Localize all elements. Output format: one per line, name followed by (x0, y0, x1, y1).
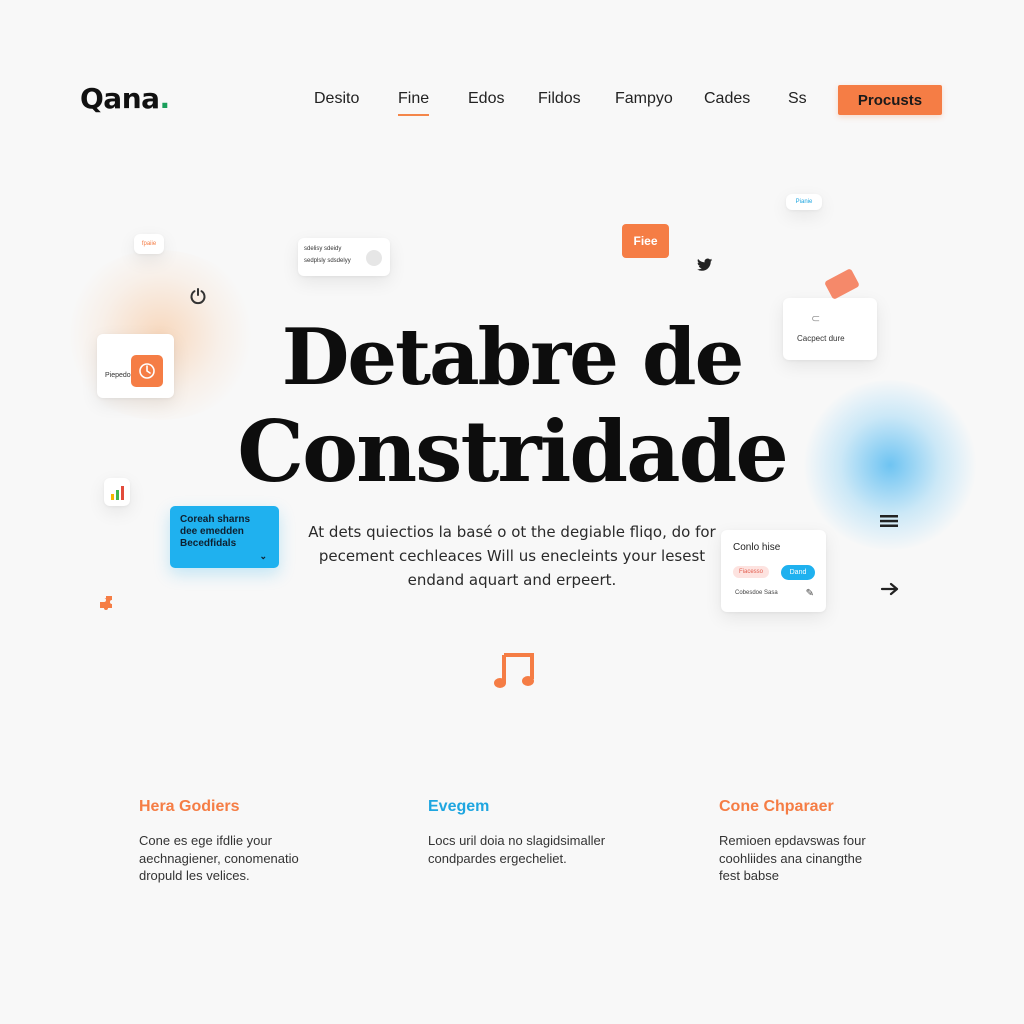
nav-item-fine[interactable]: Fine (398, 90, 430, 116)
music-note-icon (492, 644, 538, 692)
form-card-tag-blue[interactable]: Dand (781, 565, 815, 580)
form-card-footer: Cobesdoe Sasa (735, 590, 778, 596)
dropdown-icon: ⌄ (259, 551, 267, 561)
pencil-icon[interactable]: ✎ (806, 588, 814, 599)
orange-pill[interactable]: Fiee (622, 224, 669, 258)
nav-item-ss[interactable]: Ss (788, 90, 807, 108)
form-card[interactable]: Conlo hise Fiacesso Dand Cobesdoe Sasa ✎ (721, 530, 826, 612)
arrow-right-icon[interactable] (878, 578, 902, 600)
nav-item-cades[interactable]: Cades (704, 90, 750, 108)
small-tag-right-text: Pianie (795, 199, 813, 205)
feature-body-2: Locs uril doia no slagidsimaller condpar… (428, 833, 606, 866)
hero-title-line1: Detabre de (281, 312, 744, 403)
feature-body-3: Remioen epdavswas four coohliides ana ci… (719, 833, 866, 883)
form-card-tag-red[interactable]: Fiacesso (733, 566, 769, 578)
nav-item-fampyo[interactable]: Fampyo (615, 90, 673, 108)
hero-subtitle: At dets quiectios la basé o ot the degia… (308, 523, 716, 589)
nav-item-desito[interactable]: Desito (314, 90, 359, 108)
form-card-title: Conlo hise (733, 542, 781, 553)
brand-dot: . (159, 82, 171, 115)
brand-name: Qana (80, 82, 160, 115)
small-tag-right[interactable]: Pianie (786, 194, 822, 210)
puzzle-icon[interactable] (96, 592, 120, 616)
nav-item-edos[interactable]: Edos (468, 90, 504, 108)
feature-title-2: Evegem (428, 798, 490, 815)
feature-title-1: Hera Godiers (139, 798, 240, 815)
menu-icon[interactable] (878, 512, 900, 530)
power-icon[interactable] (187, 285, 209, 307)
brand-logo[interactable]: Qana. (80, 82, 170, 115)
twitter-icon[interactable] (696, 256, 714, 274)
list-card-avatar (366, 250, 382, 266)
small-tag-left[interactable]: fpaiie (134, 234, 164, 254)
blue-info-card[interactable]: Coreah sharns dee emedden Becedfidals ⌄ (170, 506, 279, 568)
hero-title-line2: Constridade (237, 402, 789, 501)
tag-icon (824, 268, 860, 300)
blue-card-text: Coreah sharns dee emedden Becedfidals (180, 514, 251, 549)
feature-title-3: Cone Chparaer (719, 798, 834, 815)
cta-button[interactable]: Procusts (838, 85, 942, 115)
nav-item-fildos[interactable]: Fildos (538, 90, 581, 108)
list-card[interactable]: sdelisy sdeidy sedplsly sdsdelyy (298, 238, 390, 276)
small-tag-left-text: fpaiie (141, 241, 157, 247)
feature-body-1: Cone es ege ifdlie your aechnagiener, co… (139, 833, 299, 883)
